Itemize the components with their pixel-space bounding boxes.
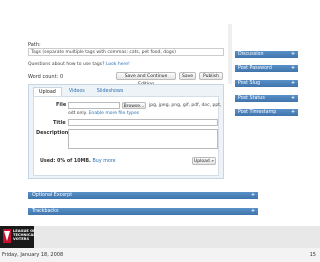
slide: Path: Tags (separate multiple tags with … xyxy=(0,0,320,226)
slide-date: Friday, January 18, 2008 xyxy=(2,252,64,258)
sidebar-item-label: Post Status xyxy=(238,96,265,101)
trackbacks-panel[interactable]: Trackbacks + xyxy=(28,208,258,215)
buy-more-link[interactable]: Buy more xyxy=(93,159,116,164)
upload-form: File Browse... jpg, jpeg, png, gif, pdf,… xyxy=(33,96,222,176)
tags-help-text: Questions about how to use tags? xyxy=(28,62,105,67)
tags-help-link[interactable]: Look here! xyxy=(106,62,130,67)
tags-input[interactable]: Tags (separate multiple tags with commas… xyxy=(28,48,224,56)
description-label: Description xyxy=(36,130,69,136)
expand-icon: + xyxy=(290,52,295,57)
browse-button[interactable]: Browse... xyxy=(122,102,146,109)
sidebar-item-post-timestamp[interactable]: Post Timestamp + xyxy=(235,109,298,116)
sidebar-item-label: Post Password xyxy=(238,66,272,71)
optional-excerpt-panel[interactable]: Optional Excerpt + xyxy=(28,192,258,199)
word-count: Word count: 0 xyxy=(28,74,64,80)
sidebar-item-post-slug[interactable]: Post Slug + xyxy=(235,80,298,87)
logo-mark-icon xyxy=(3,229,11,243)
enable-more-file-types-link[interactable]: Enable more file types xyxy=(89,111,140,116)
editor-scrollbar[interactable] xyxy=(228,24,232,84)
save-button[interactable]: Save xyxy=(179,72,196,80)
league-logo: LEAGUE OF TECHNICAL VOTERS xyxy=(0,226,36,248)
tab-slideshows[interactable]: Slideshows xyxy=(92,87,129,96)
trackbacks-label: Trackbacks xyxy=(32,209,59,214)
sidebar-item-post-status[interactable]: Post Status + xyxy=(235,95,298,102)
logo-text: LEAGUE OF TECHNICAL VOTERS xyxy=(13,229,36,242)
file-types-hint: jpg, jpeg, png, gif, pdf, doc, ppt, xyxy=(149,103,222,108)
storage-used: Used: 0% of 10MB. Buy more xyxy=(40,159,116,164)
post-editor-screenshot: Path: Tags (separate multiple tags with … xyxy=(28,24,298,220)
description-input[interactable] xyxy=(68,129,218,149)
optional-excerpt-label: Optional Excerpt xyxy=(32,193,73,198)
sidebar-item-discussion[interactable]: Discussion + xyxy=(235,51,298,58)
file-input[interactable] xyxy=(68,102,120,109)
expand-icon: + xyxy=(290,96,295,101)
sidebar-item-post-password[interactable]: Post Password + xyxy=(235,65,298,72)
sidebar-item-label: Discussion xyxy=(238,52,264,57)
expand-icon: + xyxy=(250,209,255,214)
sidebar-item-label: Post Slug xyxy=(238,81,261,86)
logo-line: VOTERS xyxy=(13,237,30,242)
file-label: File xyxy=(56,102,67,108)
upload-button[interactable]: Upload » xyxy=(192,157,216,165)
file-types-hint-2: odt only. Enable more file types xyxy=(68,111,139,116)
upload-panel: Upload Videos Slideshows File Browse... … xyxy=(28,84,224,179)
expand-icon: + xyxy=(250,193,255,198)
title-label: Title xyxy=(53,120,66,126)
footer-bar xyxy=(34,226,320,248)
sidebar-item-label: Post Timestamp xyxy=(238,110,277,115)
title-input[interactable] xyxy=(68,119,218,126)
save-and-continue-button[interactable]: Save and Continue Editing xyxy=(116,72,176,87)
publish-button[interactable]: Publish xyxy=(199,72,223,80)
expand-icon: + xyxy=(290,66,295,71)
expand-icon: + xyxy=(290,81,295,86)
storage-used-text: Used: 0% of 10MB. xyxy=(40,159,91,164)
slide-page-number: 15 xyxy=(309,252,316,258)
tags-help: Questions about how to use tags? Look he… xyxy=(28,62,130,67)
file-types-hint-2-text: odt only. xyxy=(68,111,88,116)
expand-icon: + xyxy=(290,110,295,115)
tab-videos[interactable]: Videos xyxy=(64,87,90,96)
